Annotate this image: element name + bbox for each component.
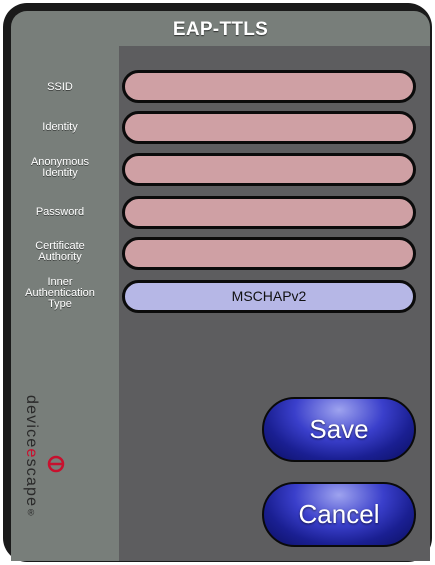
- certificate-authority-label: Certificate Authority: [35, 240, 85, 263]
- dialog-title: EAP-TTLS: [172, 19, 269, 40]
- inner-authentication-type-label: Inner Authentication Type: [25, 276, 95, 310]
- logo-wordmark: deviceescape®: [23, 395, 40, 519]
- save-button[interactable]: Save: [262, 397, 416, 462]
- ssid-field[interactable]: [122, 70, 416, 103]
- password-field[interactable]: [122, 196, 416, 229]
- ssid-label: SSID: [47, 81, 73, 93]
- anonymous-identity-label: Anonymous Identity: [30, 156, 90, 179]
- inner-authentication-type-select[interactable]: MSCHAPv2: [122, 280, 416, 313]
- password-label: Password: [35, 206, 85, 218]
- certificate-authority-field[interactable]: [122, 237, 416, 270]
- identity-label: Identity: [42, 121, 78, 133]
- cancel-button[interactable]: Cancel: [262, 482, 416, 547]
- devicescape-logo: deviceescape®: [21, 395, 41, 550]
- anonymous-identity-field[interactable]: [122, 153, 416, 186]
- identity-field[interactable]: [122, 111, 416, 144]
- devicescape-mark-icon: [47, 455, 65, 473]
